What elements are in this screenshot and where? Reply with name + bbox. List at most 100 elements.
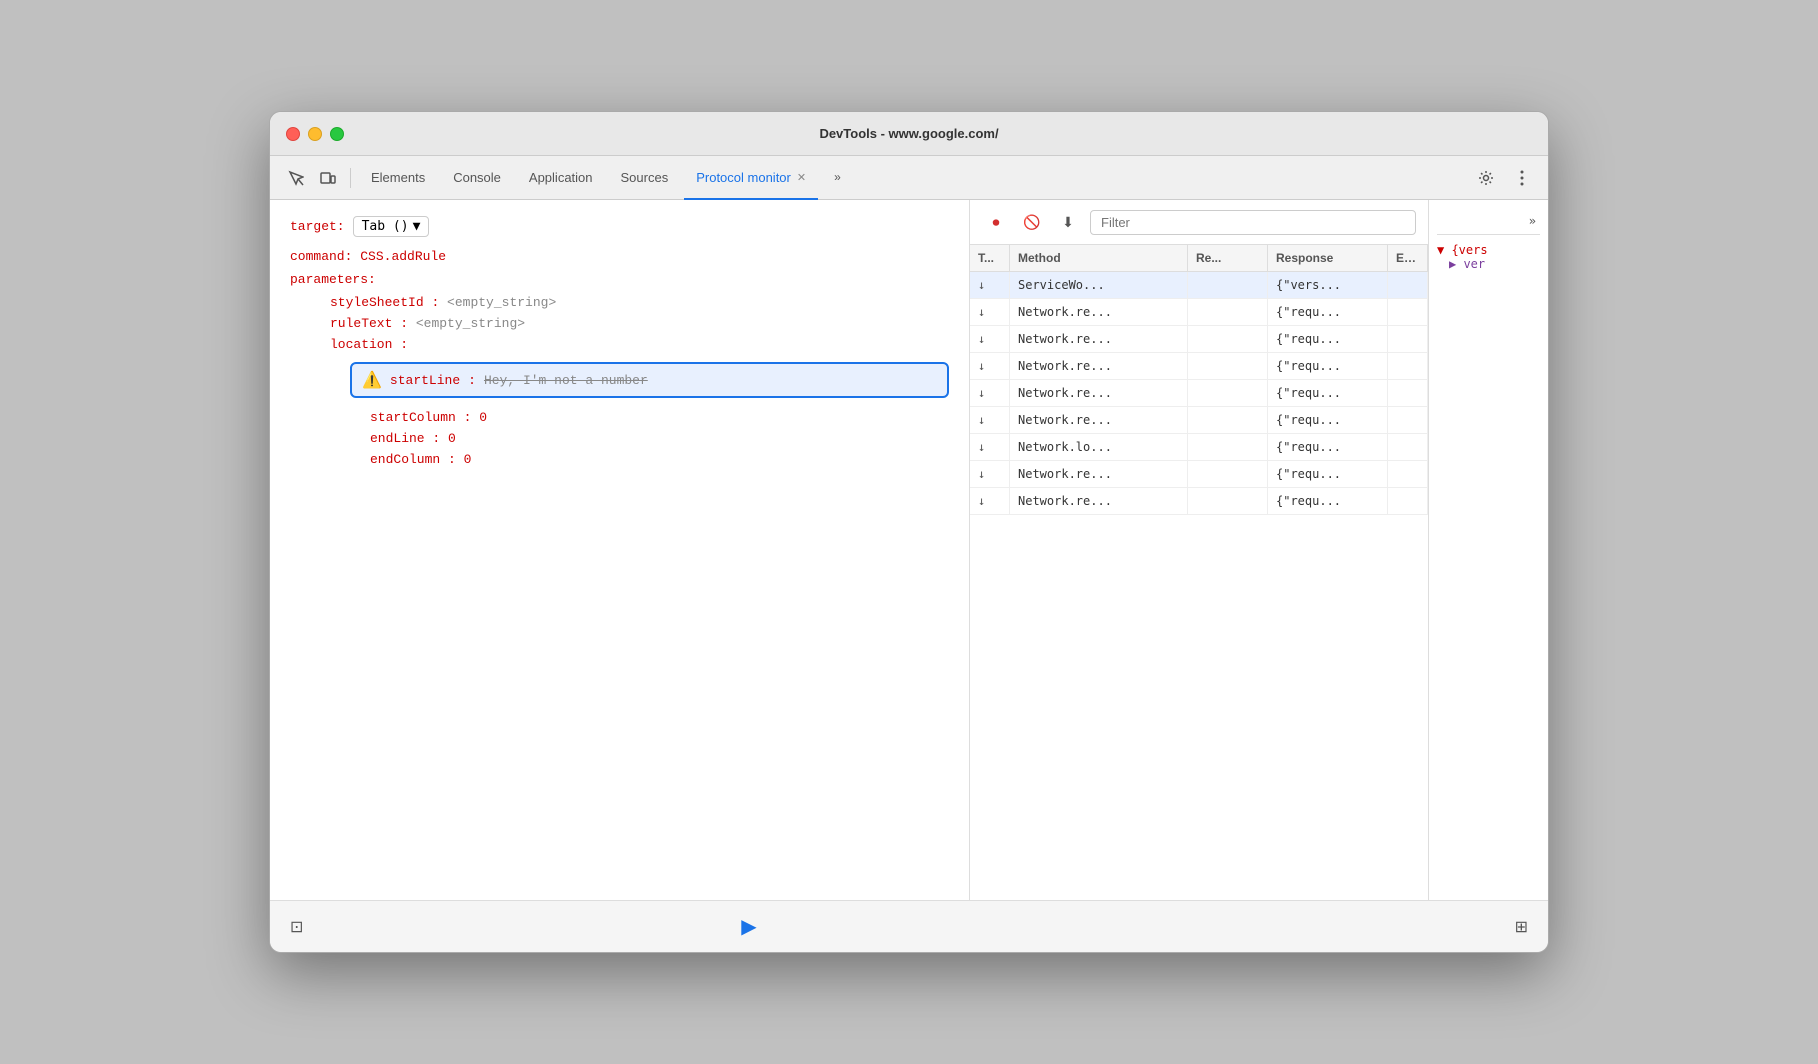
cell-method: ServiceWo...: [1010, 272, 1188, 298]
tab-close-icon[interactable]: ✕: [797, 171, 806, 184]
cell-request: [1188, 353, 1268, 379]
cell-request: [1188, 407, 1268, 433]
cell-method: Network.lo...: [1010, 434, 1188, 460]
devtools-window: DevTools - www.google.com/ Elements Cons…: [269, 111, 1549, 953]
clear-button[interactable]: 🚫: [1018, 208, 1046, 236]
target-label: target:: [290, 219, 345, 234]
table-header: T... Method Re... Response E↑...: [970, 245, 1428, 272]
cell-type: ↓: [970, 488, 1010, 514]
command-row: command: CSS.addRule: [290, 249, 949, 264]
tab-more[interactable]: »: [822, 156, 853, 200]
target-dropdown[interactable]: Tab () ▼: [353, 216, 430, 237]
styleSheetId-row: styleSheetId : <empty_string>: [290, 295, 949, 310]
tab-sources[interactable]: Sources: [609, 156, 681, 200]
right-side-panel: » ▼ {vers ▶ ver: [1428, 200, 1548, 900]
send-button[interactable]: ▶: [741, 914, 756, 939]
settings-icon[interactable]: [1472, 164, 1500, 192]
cell-request: [1188, 461, 1268, 487]
table-row[interactable]: ↓ Network.re... {"requ...: [970, 326, 1428, 353]
left-panel: target: Tab () ▼ command: CSS.addRule pa…: [270, 200, 970, 900]
close-button[interactable]: [286, 127, 300, 141]
table-row[interactable]: ↓ Network.re... {"requ...: [970, 299, 1428, 326]
cell-request: [1188, 380, 1268, 406]
cell-method: Network.re...: [1010, 488, 1188, 514]
cell-request: [1188, 326, 1268, 352]
cell-method: Network.re...: [1010, 380, 1188, 406]
tab-protocol-monitor[interactable]: Protocol monitor ✕: [684, 156, 818, 200]
cell-method: Network.re...: [1010, 353, 1188, 379]
col-extra-header: E↑...: [1388, 245, 1428, 271]
startColumn-row: startColumn : 0: [290, 410, 949, 425]
cell-type: ↓: [970, 353, 1010, 379]
col-method-header: Method: [1010, 245, 1188, 271]
col-request-header: Re...: [1188, 245, 1268, 271]
window-title: DevTools - www.google.com/: [819, 126, 998, 141]
table-row[interactable]: ↓ ServiceWo... {"vers...: [970, 272, 1428, 299]
side-panel-content: ▼ {vers ▶ ver: [1437, 243, 1540, 271]
cell-type: ↓: [970, 434, 1010, 460]
download-button[interactable]: ⬇: [1054, 208, 1082, 236]
cell-extra: [1388, 407, 1428, 433]
titlebar: DevTools - www.google.com/: [270, 112, 1548, 156]
target-row: target: Tab () ▼: [290, 216, 949, 237]
table-row[interactable]: ↓ Network.re... {"requ...: [970, 353, 1428, 380]
table-row[interactable]: ↓ Network.re... {"requ...: [970, 488, 1428, 515]
cell-extra: [1388, 434, 1428, 460]
cell-response: {"requ...: [1268, 461, 1388, 487]
cell-response: {"requ...: [1268, 326, 1388, 352]
side-panel-line2: ▶ ver: [1437, 257, 1540, 271]
cell-request: [1188, 434, 1268, 460]
ruleText-row: ruleText : <empty_string>: [290, 316, 949, 331]
cell-request: [1188, 272, 1268, 298]
cell-response: {"requ...: [1268, 353, 1388, 379]
side-panel-line1: ▼ {vers: [1437, 243, 1540, 257]
side-toggle-button[interactable]: ⊞: [1515, 917, 1528, 937]
toolbar: Elements Console Application Sources Pro…: [270, 156, 1548, 200]
cell-extra: [1388, 353, 1428, 379]
location-row: location :: [290, 337, 949, 352]
record-button[interactable]: ⏺: [982, 208, 1010, 236]
cell-request: [1188, 488, 1268, 514]
inspect-icon[interactable]: [282, 164, 310, 192]
expand-icon[interactable]: »: [1529, 214, 1536, 228]
table-row[interactable]: ↓ Network.re... {"requ...: [970, 380, 1428, 407]
device-toggle-icon[interactable]: [314, 164, 342, 192]
dropdown-arrow-icon: ▼: [413, 219, 421, 234]
right-panel: ⏺ 🚫 ⬇ T... Method Re... Response E↑...: [970, 200, 1428, 900]
startLine-highlighted-row: ⚠️ startLine : Hey, I'm not a number: [350, 362, 949, 398]
separator: [350, 168, 351, 188]
filter-input[interactable]: [1090, 210, 1416, 235]
tab-application[interactable]: Application: [517, 156, 605, 200]
tab-elements[interactable]: Elements: [359, 156, 437, 200]
more-options-icon[interactable]: [1508, 164, 1536, 192]
cell-extra: [1388, 299, 1428, 325]
cell-type: ↓: [970, 380, 1010, 406]
parameters-row: parameters:: [290, 272, 949, 287]
right-panel-wrapper: ⏺ 🚫 ⬇ T... Method Re... Response E↑...: [970, 200, 1548, 900]
cell-type: ↓: [970, 407, 1010, 433]
cell-response: {"requ...: [1268, 407, 1388, 433]
cell-type: ↓: [970, 461, 1010, 487]
main-content: target: Tab () ▼ command: CSS.addRule pa…: [270, 200, 1548, 900]
side-panel-header: »: [1437, 208, 1540, 235]
cell-method: Network.re...: [1010, 407, 1188, 433]
table-row[interactable]: ↓ Network.re... {"requ...: [970, 407, 1428, 434]
bottom-bar: ⊡ ▶ ⊞: [270, 900, 1548, 952]
endLine-row: endLine : 0: [290, 431, 949, 446]
cell-extra: [1388, 380, 1428, 406]
cell-extra: [1388, 488, 1428, 514]
cell-response: {"requ...: [1268, 380, 1388, 406]
cell-extra: [1388, 461, 1428, 487]
maximize-button[interactable]: [330, 127, 344, 141]
minimize-button[interactable]: [308, 127, 322, 141]
cell-response: {"requ...: [1268, 434, 1388, 460]
cell-type: ↓: [970, 326, 1010, 352]
traffic-lights: [286, 127, 344, 141]
cell-method: Network.re...: [1010, 299, 1188, 325]
table-row[interactable]: ↓ Network.re... {"requ...: [970, 461, 1428, 488]
bottom-left-icon[interactable]: ⊡: [290, 917, 303, 937]
cell-type: ↓: [970, 299, 1010, 325]
cell-response: {"requ...: [1268, 299, 1388, 325]
table-row[interactable]: ↓ Network.lo... {"requ...: [970, 434, 1428, 461]
tab-console[interactable]: Console: [441, 156, 513, 200]
